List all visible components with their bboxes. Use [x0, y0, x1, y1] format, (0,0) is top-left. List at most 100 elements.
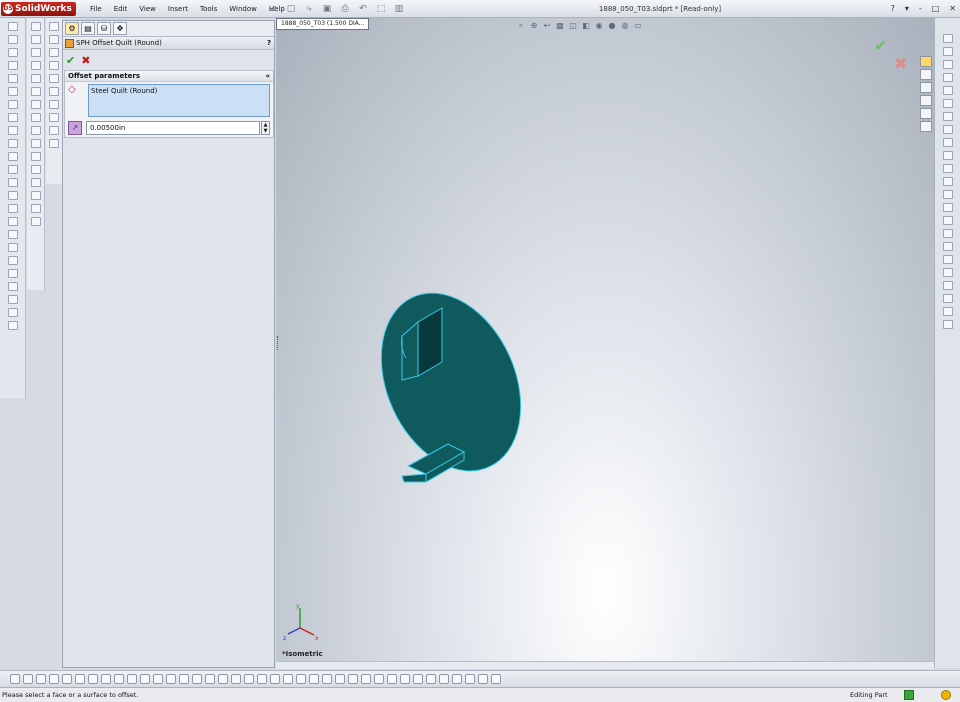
construction-tool-icon[interactable] — [942, 320, 953, 329]
view-palette-tab-icon[interactable] — [920, 95, 932, 106]
selected-item[interactable]: Steel Quilt (Round) — [91, 87, 157, 95]
dimension-icon[interactable] — [49, 100, 59, 109]
filter-gtol-icon[interactable] — [192, 674, 202, 684]
horizontal-scrollbar[interactable] — [276, 661, 934, 669]
surface-loft-icon[interactable] — [30, 61, 41, 70]
filter-routing-icon[interactable] — [270, 674, 280, 684]
menu-insert[interactable]: Insert — [162, 0, 194, 18]
trim-surface-icon[interactable] — [30, 87, 41, 96]
combine-icon[interactable] — [7, 243, 18, 252]
pattern-icon[interactable] — [7, 165, 18, 174]
draft-icon[interactable] — [7, 126, 18, 135]
scale-icon[interactable] — [7, 269, 18, 278]
trim-tool-icon[interactable] — [942, 177, 953, 186]
sketch-corner-icon[interactable] — [465, 674, 475, 684]
cut-with-surface-icon[interactable] — [30, 217, 41, 226]
sketch-rect-icon[interactable] — [478, 674, 488, 684]
mirror-tool-icon[interactable] — [942, 216, 953, 225]
revolve-icon[interactable] — [7, 35, 18, 44]
trim-icon[interactable] — [49, 126, 59, 135]
close-button[interactable]: ✕ — [949, 0, 956, 18]
rectangle-tool-icon[interactable] — [942, 47, 953, 56]
copy-tool-icon[interactable] — [942, 281, 953, 290]
sweep-icon[interactable] — [7, 48, 18, 57]
sketch-spline-icon[interactable] — [439, 674, 449, 684]
arc-icon[interactable] — [49, 74, 59, 83]
spline-tool-icon[interactable] — [942, 99, 953, 108]
lower-tab-front[interactable] — [401, 473, 427, 483]
line-tool-icon[interactable] — [942, 34, 953, 43]
curve-icon[interactable] — [7, 217, 18, 226]
menu-window[interactable]: Window — [223, 0, 263, 18]
design-library-tab-icon[interactable] — [920, 69, 932, 80]
print-icon[interactable]: ⎙ — [338, 3, 352, 15]
ruled-surface-icon[interactable] — [30, 204, 41, 213]
offset-distance-input[interactable]: 0.00500in — [86, 121, 260, 135]
centerline-tool-icon[interactable] — [942, 138, 953, 147]
rebuild-status-icon[interactable] — [904, 690, 914, 700]
help-button[interactable]: ? — [264, 39, 274, 47]
sketch-point-icon[interactable] — [374, 674, 384, 684]
filter-centerlines-icon[interactable] — [309, 674, 319, 684]
filter-mates-icon[interactable] — [283, 674, 293, 684]
wrap-icon[interactable] — [7, 295, 18, 304]
point-icon[interactable] — [7, 204, 18, 213]
property-manager-tab[interactable]: ▤ — [81, 22, 95, 35]
sketch-polygon-icon[interactable] — [400, 674, 410, 684]
spline-icon[interactable] — [49, 87, 59, 96]
collapse-icon[interactable]: « — [265, 72, 270, 80]
extend-tool-icon[interactable] — [942, 190, 953, 199]
untrim-surface-icon[interactable] — [30, 165, 41, 174]
pin-icon[interactable]: ⊿ — [266, 3, 280, 15]
relations-tool-icon[interactable] — [942, 294, 953, 303]
clear-filters-icon[interactable] — [348, 674, 358, 684]
rib-icon[interactable] — [7, 113, 18, 122]
dome-icon[interactable] — [7, 282, 18, 291]
solidworks-logo[interactable]: DS SolidWorks — [1, 2, 76, 16]
move-body-icon[interactable] — [7, 256, 18, 265]
sketch-grid-icon[interactable] — [491, 674, 501, 684]
cancel-button[interactable]: ✖ — [81, 54, 90, 67]
pattern-tool-icon[interactable] — [942, 229, 953, 238]
offset-surface-icon[interactable] — [30, 74, 41, 83]
sketch-icon[interactable] — [49, 22, 59, 31]
new-document-icon[interactable]: ▢ — [284, 3, 298, 15]
replace-face-icon[interactable] — [30, 191, 41, 200]
loft-icon[interactable] — [7, 61, 18, 70]
help-status-icon[interactable] — [941, 690, 951, 700]
minimize-button[interactable]: - — [919, 0, 922, 18]
rotate-tool-icon[interactable] — [942, 255, 953, 264]
delete-face-icon[interactable] — [30, 178, 41, 187]
scale-tool-icon[interactable] — [942, 268, 953, 277]
filter-blocks-icon[interactable] — [257, 674, 267, 684]
maximize-button[interactable]: □ — [932, 0, 940, 18]
filter-vertices-icon[interactable] — [49, 674, 59, 684]
convert-entities-icon[interactable] — [49, 139, 59, 148]
filter-dimensions-icon[interactable] — [140, 674, 150, 684]
select-filter-icon[interactable] — [10, 674, 20, 684]
help-dropdown-button[interactable]: ? — [891, 0, 895, 18]
filter-balloons-icon[interactable] — [205, 674, 215, 684]
offset-quilt-body[interactable] — [355, 271, 548, 493]
fillet-icon[interactable] — [7, 74, 18, 83]
filter-components-icon[interactable] — [296, 674, 306, 684]
filter-all-icon[interactable] — [335, 674, 345, 684]
rectangle-icon[interactable] — [49, 48, 59, 57]
shell-icon[interactable] — [7, 100, 18, 109]
arc-tool-icon[interactable] — [942, 73, 953, 82]
filter-surfaces-icon[interactable] — [101, 674, 111, 684]
offset-tool-icon[interactable] — [942, 203, 953, 212]
menu-edit[interactable]: Edit — [108, 0, 134, 18]
distance-spinner[interactable]: ▲ ▼ — [261, 121, 270, 135]
extend-surface-icon[interactable] — [30, 152, 41, 161]
menu-file[interactable]: File — [84, 0, 108, 18]
file-explorer-tab-icon[interactable] — [920, 82, 932, 93]
macro-icon[interactable] — [7, 321, 18, 330]
relation-icon[interactable] — [49, 113, 59, 122]
filter-loops-icon[interactable] — [218, 674, 228, 684]
sketch-circle-icon[interactable] — [387, 674, 397, 684]
dim-xpert-tab[interactable]: ✥ — [113, 22, 127, 35]
text-tool-icon[interactable] — [942, 151, 953, 160]
filter-edges-icon[interactable] — [36, 674, 46, 684]
select-icon[interactable]: ⬚ — [374, 3, 388, 15]
